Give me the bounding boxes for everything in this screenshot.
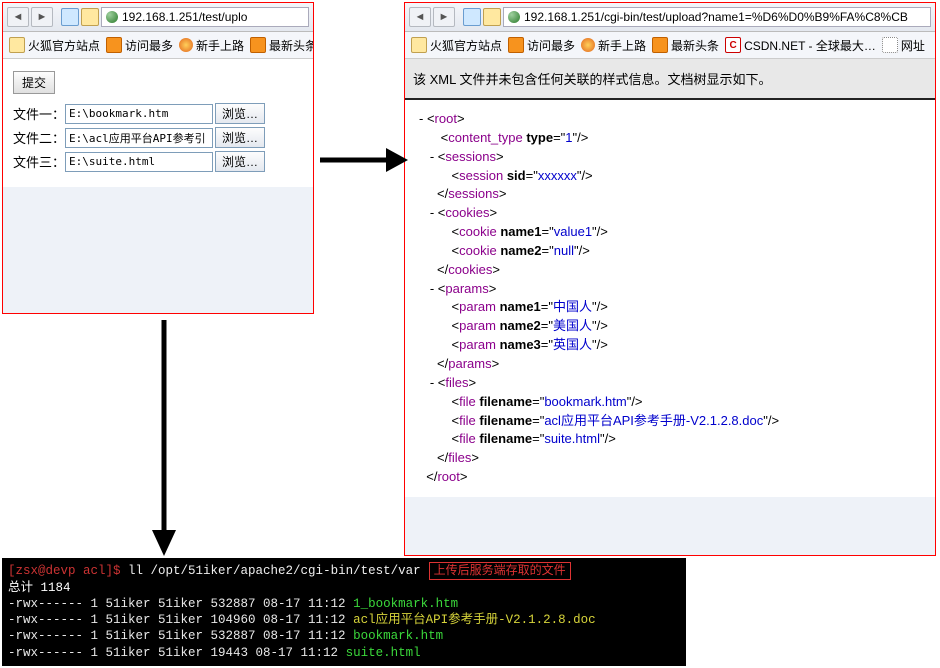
arrow-down-icon (144, 318, 184, 558)
file-path-input[interactable] (65, 104, 213, 124)
address-text: 192.168.1.251/test/uplo (122, 10, 247, 24)
browse-button[interactable]: 浏览… (215, 151, 265, 172)
address-bar[interactable]: 192.168.1.251/test/uplo (101, 7, 309, 27)
submit-button[interactable]: 提交 (13, 71, 55, 94)
xml-result-browser: ◄ ► 192.168.1.251/cgi-bin/test/upload?na… (404, 2, 936, 556)
terminal-row: -rwx------ 1 51iker 51iker 104960 08-17 … (8, 612, 680, 628)
bookmark-item[interactable]: 火狐官方站点 (411, 37, 502, 54)
page-icon (463, 8, 481, 26)
file-label: 文件二： (13, 128, 65, 147)
bookmarks-bar: 火狐官方站点 访问最多 新手上路 最新头条 (3, 32, 313, 59)
terminal-row: -rwx------ 1 51iker 51iker 532887 08-17 … (8, 596, 680, 612)
arrow-right-icon (318, 140, 408, 180)
page-icon (61, 8, 79, 26)
globe-icon (508, 11, 520, 23)
browse-button[interactable]: 浏览… (215, 127, 265, 148)
bookmark-item[interactable]: 访问最多 (106, 37, 173, 54)
file-row: 文件三： 浏览… (13, 151, 303, 172)
terminal: [zsx@devp acl]$ ll /opt/51iker/apache2/c… (2, 558, 686, 666)
forward-button[interactable]: ► (31, 7, 53, 27)
terminal-annotation: 上传后服务端存取的文件 (429, 562, 571, 580)
bookmarks-bar: 火狐官方站点 访问最多 新手上路 最新头条 CCSDN.NET - 全球最大… … (405, 32, 935, 59)
file-row: 文件二： 浏览… (13, 127, 303, 148)
bookmark-item[interactable]: CCSDN.NET - 全球最大… (725, 37, 876, 54)
xml-notice: 该 XML 文件并未包含任何关联的样式信息。文档树显示如下。 (405, 59, 935, 100)
address-bar[interactable]: 192.168.1.251/cgi-bin/test/upload?name1=… (503, 7, 931, 27)
forward-button[interactable]: ► (433, 7, 455, 27)
bookmark-item[interactable]: 火狐官方站点 (9, 37, 100, 54)
folder-icon (483, 8, 501, 26)
file-label: 文件一： (13, 104, 65, 123)
back-button[interactable]: ◄ (7, 7, 29, 27)
toolbar: ◄ ► 192.168.1.251/cgi-bin/test/upload?na… (405, 3, 935, 32)
form-area: 提交 文件一： 浏览… 文件二： 浏览… 文件三： 浏览… (3, 59, 313, 187)
bookmark-item[interactable]: 最新头条 (652, 37, 719, 54)
bookmark-item[interactable]: 新手上路 (179, 37, 244, 54)
back-button[interactable]: ◄ (409, 7, 431, 27)
address-text: 192.168.1.251/cgi-bin/test/upload?name1=… (524, 10, 908, 24)
upload-form-browser: ◄ ► 192.168.1.251/test/uplo 火狐官方站点 访问最多 … (2, 2, 314, 314)
folder-icon (81, 8, 99, 26)
bookmark-item[interactable]: 访问最多 (508, 37, 575, 54)
file-path-input[interactable] (65, 128, 213, 148)
file-row: 文件一： 浏览… (13, 103, 303, 124)
terminal-row: -rwx------ 1 51iker 51iker 532887 08-17 … (8, 628, 680, 644)
bookmark-item[interactable]: 最新头条 (250, 37, 313, 54)
terminal-row: -rwx------ 1 51iker 51iker 19443 08-17 1… (8, 645, 680, 661)
browse-button[interactable]: 浏览… (215, 103, 265, 124)
bookmark-item[interactable]: 网址 (882, 37, 925, 54)
xml-tree: - <root> <content_type type="1"/> - <ses… (405, 100, 935, 497)
globe-icon (106, 11, 118, 23)
file-path-input[interactable] (65, 152, 213, 172)
file-label: 文件三： (13, 152, 65, 171)
terminal-total: 总计 1184 (8, 580, 680, 596)
terminal-prompt: [zsx@devp acl]$ ll /opt/51iker/apache2/c… (8, 562, 680, 580)
bookmark-item[interactable]: 新手上路 (581, 37, 646, 54)
toolbar: ◄ ► 192.168.1.251/test/uplo (3, 3, 313, 32)
